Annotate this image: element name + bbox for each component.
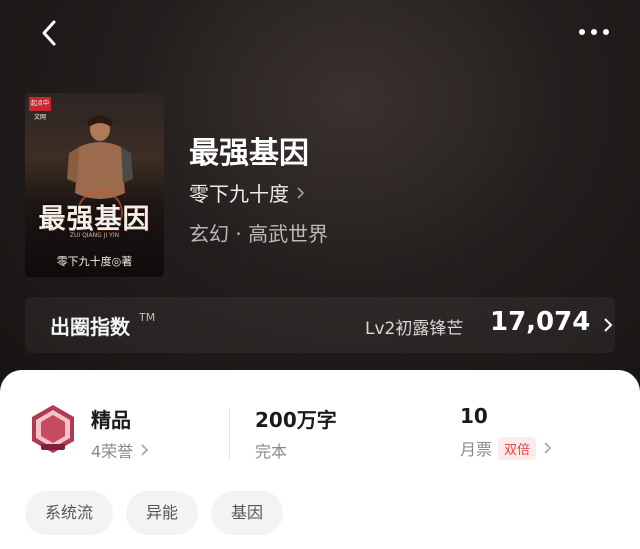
popularity-index-row[interactable]: 出圈指数 TM Lv2初露锋芒 17,074: [25, 297, 615, 353]
author-name: 零下九十度: [189, 182, 289, 206]
premium-badge-icon: [32, 405, 74, 453]
completion-status: 完本: [255, 442, 288, 461]
chevron-right-icon: [297, 186, 305, 199]
word-count: 200万字: [255, 408, 337, 432]
popularity-level: Lv2初露锋芒: [365, 319, 464, 339]
tag-list: 系统流 异能 基因: [25, 491, 296, 535]
more-button[interactable]: [576, 22, 612, 42]
tag-chip[interactable]: 异能: [126, 491, 199, 535]
honor-count-link[interactable]: 4荣誉: [91, 438, 151, 462]
cover-title: 最强基因: [38, 204, 151, 235]
book-title: 最强基因: [189, 136, 309, 171]
tag-chip[interactable]: 基因: [211, 491, 284, 535]
monthly-ticket-link[interactable]: 月票 双倍: [460, 436, 554, 460]
divider: [229, 408, 230, 460]
chevron-right-icon: [604, 318, 613, 332]
cover-publisher-logo: 起点中文网: [29, 97, 51, 121]
chevron-right-icon: [141, 444, 149, 456]
honor-title: 精品: [91, 408, 131, 432]
tag-chip[interactable]: 系统流: [25, 491, 114, 535]
popularity-value: 17,074: [490, 307, 591, 337]
cover-author: 零下九十度◎著: [56, 255, 133, 268]
popularity-label: 出圈指数: [50, 315, 130, 339]
book-cover[interactable]: 起点中文网 最强基因 ZUI QIANG JI YIN 零下九十度◎著: [25, 93, 164, 277]
book-genre: 玄幻 · 高武世界: [189, 222, 329, 246]
cover-subtitle: ZUI QIANG JI YIN: [69, 232, 120, 239]
author-link[interactable]: 零下九十度: [189, 178, 305, 207]
more-dots-icon: [579, 29, 609, 35]
double-badge: 双倍: [498, 436, 537, 460]
chevron-left-icon: [42, 20, 56, 46]
back-button[interactable]: [36, 16, 66, 50]
monthly-ticket-count: 10: [460, 404, 488, 428]
chevron-right-icon: [544, 442, 552, 454]
trademark-mark: TM: [139, 311, 156, 324]
honor-count: 4荣誉: [91, 442, 134, 461]
monthly-ticket-label: 月票: [460, 440, 493, 459]
